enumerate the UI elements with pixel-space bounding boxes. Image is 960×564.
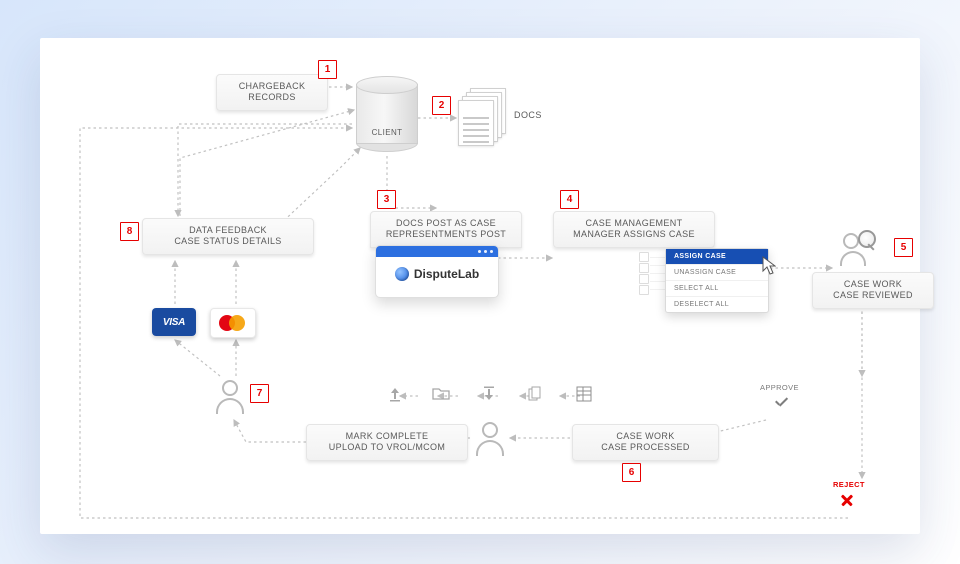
step-7-line1: MARK COMPLETE — [346, 431, 429, 442]
step-1-line1: CHARGEBACK — [239, 81, 306, 92]
step-4-badge: 4 — [560, 190, 579, 209]
uploader-user-icon — [216, 380, 244, 412]
step-7-line2: UPLOAD TO VROL/MCOM — [329, 442, 446, 453]
cursor-icon — [762, 256, 776, 276]
step-8-card: DATA FEEDBACK CASE STATUS DETAILS — [142, 218, 314, 255]
visa-card-icon: VISA — [152, 308, 196, 336]
step-8-line2: CASE STATUS DETAILS — [174, 236, 281, 247]
reject-x-icon — [840, 493, 854, 507]
step-6-badge: 6 — [622, 463, 641, 482]
disputelab-window: DisputeLab — [375, 245, 499, 298]
step-5-line1: CASE WORK — [844, 279, 902, 290]
menu-selall: SELECT ALL — [666, 280, 768, 296]
step-3-line1: DOCS POST AS CASE — [396, 218, 496, 229]
step-5-card: CASE WORK CASE REVIEWED — [812, 272, 934, 309]
processor-user-icon — [476, 422, 504, 454]
copy-icon — [528, 386, 542, 402]
docs-label: DOCS — [514, 110, 542, 120]
step-5-badge: 5 — [894, 238, 913, 257]
process-icons-row — [388, 386, 598, 406]
step-4-line1: CASE MANAGEMENT — [586, 218, 683, 229]
step-6-card: CASE WORK CASE PROCESSED — [572, 424, 719, 461]
client-database-icon: CLIENT — [356, 76, 418, 152]
assign-case-menu: ASSIGN CASE UNASSIGN CASE SELECT ALL DES… — [665, 248, 769, 313]
step-5-line2: CASE REVIEWED — [833, 290, 913, 301]
reject-label: REJECT — [833, 480, 865, 489]
step-1-line2: RECORDS — [248, 92, 296, 103]
approve-check-icon — [773, 396, 791, 410]
step-1-badge: 1 — [318, 60, 337, 79]
disputelab-logo-icon — [395, 267, 409, 281]
folder-icon — [432, 386, 450, 400]
step-2-badge: 2 — [432, 96, 451, 115]
step-3-card: DOCS POST AS CASE REPRESENTMENTS POST — [370, 211, 522, 248]
download-icon — [482, 386, 496, 402]
client-label: CLIENT — [356, 128, 418, 137]
flow-diagram: CHARGEBACK RECORDS 1 CLIENT 2 DOCS DOCS … — [40, 38, 920, 534]
step-4-line2: MANAGER ASSIGNS CASE — [573, 229, 695, 240]
step-7-badge: 7 — [250, 384, 269, 403]
step-6-line1: CASE WORK — [616, 431, 674, 442]
step-8-line1: DATA FEEDBACK — [189, 225, 267, 236]
step-8-badge: 8 — [120, 222, 139, 241]
step-6-line2: CASE PROCESSED — [601, 442, 690, 453]
docs-icon: DOCS — [458, 88, 506, 146]
sheet-icon — [576, 386, 592, 402]
step-4-card: CASE MANAGEMENT MANAGER ASSIGNS CASE — [553, 211, 715, 248]
menu-unassign: UNASSIGN CASE — [666, 264, 768, 280]
disputelab-brand: DisputeLab — [414, 267, 479, 281]
payment-cards: VISA — [152, 308, 256, 338]
approve-label: APPROVE — [760, 383, 799, 392]
mastercard-icon — [210, 308, 256, 338]
step-7-card: MARK COMPLETE UPLOAD TO VROL/MCOM — [306, 424, 468, 461]
step-1-card: CHARGEBACK RECORDS — [216, 74, 328, 111]
step-3-line2: REPRESENTMENTS POST — [386, 229, 506, 240]
menu-assign: ASSIGN CASE — [666, 249, 768, 264]
menu-deselall: DESELECT ALL — [666, 296, 768, 312]
reviewer-icon — [840, 233, 872, 265]
upload-icon — [388, 386, 402, 402]
step-3-badge: 3 — [377, 190, 396, 209]
